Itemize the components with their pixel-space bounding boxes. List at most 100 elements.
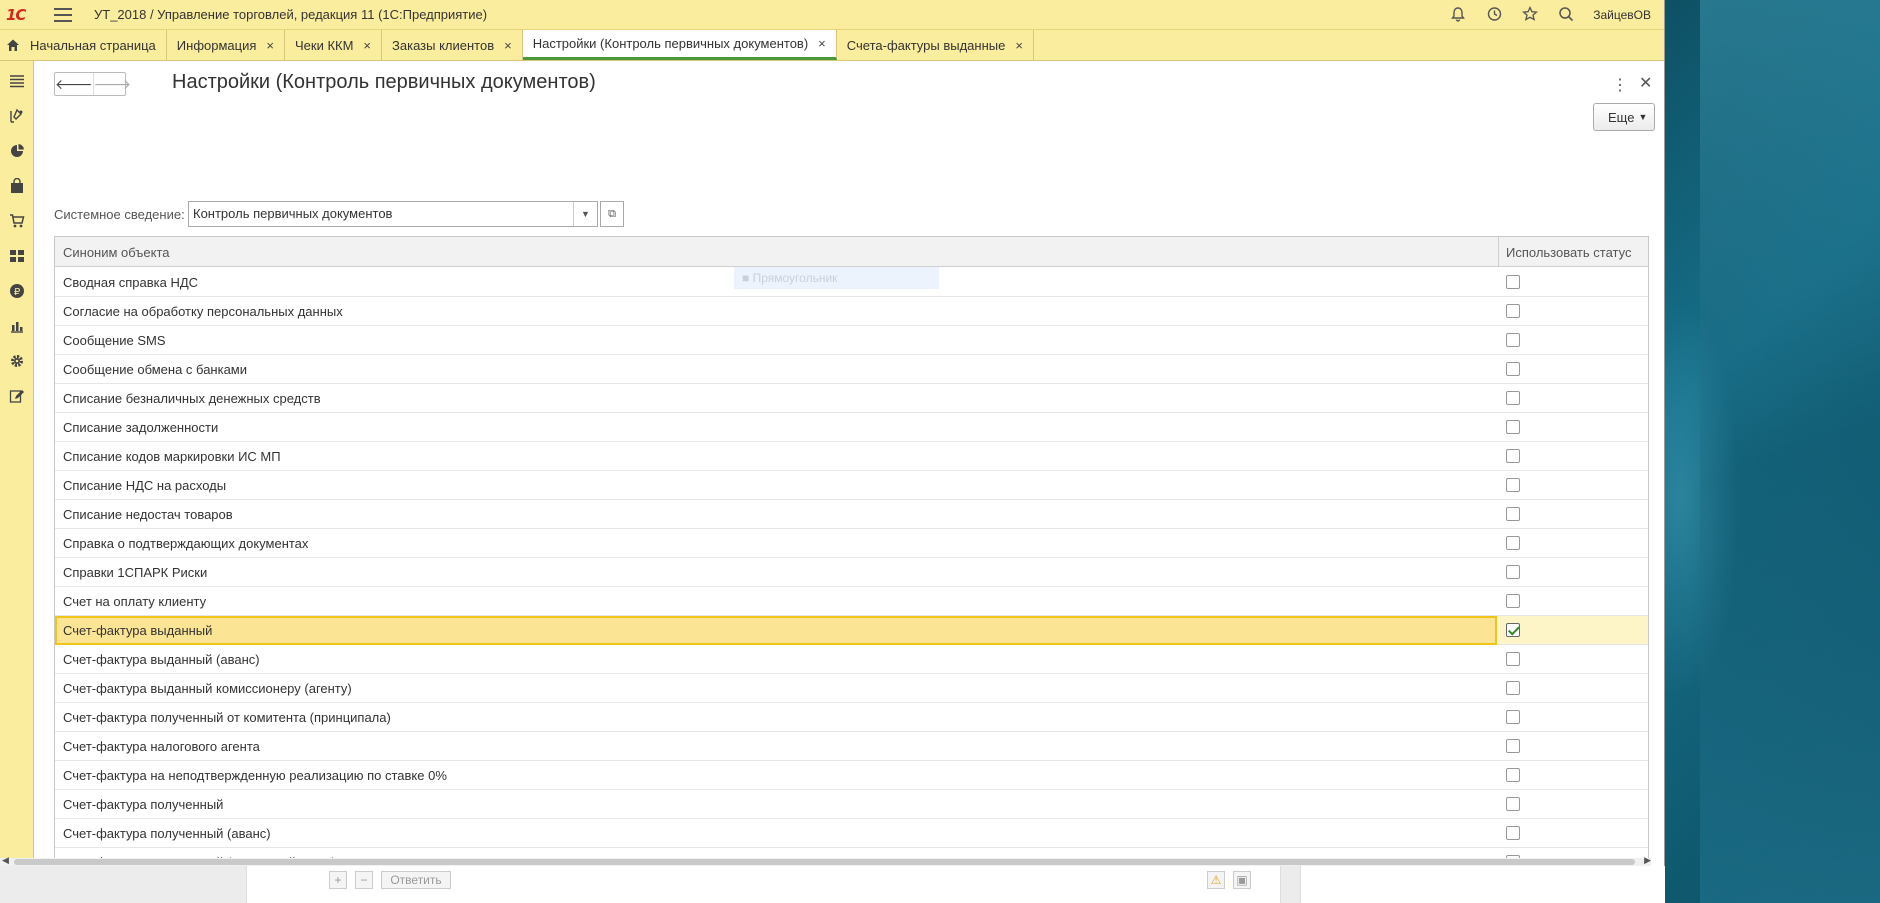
system-info-value[interactable]: Контроль первичных документов	[189, 202, 573, 226]
table-row[interactable]: Списание кодов маркировки ИС МП	[55, 442, 1648, 471]
close-icon[interactable]: ×	[504, 38, 512, 53]
row-name: Счет-фактура налогового агента	[63, 739, 260, 754]
table-row[interactable]: Счет-фактура выданный комиссионеру (аген…	[55, 674, 1648, 703]
gear-icon[interactable]	[7, 351, 27, 371]
cart-icon[interactable]	[7, 211, 27, 231]
use-status-checkbox[interactable]	[1506, 652, 1520, 666]
form-content: 🡐 🡒 Настройки (Контроль первичных докуме…	[34, 61, 1664, 866]
scroll-left-icon[interactable]: ◀	[2, 855, 9, 866]
search-icon[interactable]	[1557, 6, 1575, 24]
tab-settings[interactable]: Настройки (Контроль первичных документов…	[522, 30, 837, 60]
tab-label: Начальная страница	[30, 37, 156, 53]
close-icon[interactable]: ×	[1015, 38, 1023, 53]
table-row[interactable]: Сообщение обмена с банками	[55, 355, 1648, 384]
chart-pie-icon[interactable]	[7, 141, 27, 161]
column-divider	[1498, 237, 1499, 267]
row-name: Счет на оплату клиенту	[63, 594, 207, 609]
dropdown-icon[interactable]: ▼	[573, 202, 597, 226]
row-name: Счет-фактура выданный	[63, 623, 213, 638]
tab-orders[interactable]: Заказы клиентов ×	[382, 30, 523, 60]
bag-icon[interactable]	[7, 176, 27, 196]
table-row[interactable]: Справка о подтверждающих документах	[55, 529, 1648, 558]
table-row[interactable]: Сообщение SMS	[55, 326, 1648, 355]
table-row[interactable]: Счет-фактура на неподтвержденную реализа…	[55, 761, 1648, 790]
column-header-status[interactable]: Использовать статус	[1506, 245, 1631, 260]
edit-icon[interactable]	[7, 386, 27, 406]
sales-icon[interactable]	[7, 106, 27, 126]
use-status-checkbox[interactable]	[1506, 420, 1520, 434]
grid-icon[interactable]	[7, 246, 27, 266]
use-status-checkbox[interactable]	[1506, 536, 1520, 550]
back-arrow-icon[interactable]: 🡐	[55, 73, 93, 95]
more-button[interactable]: Еще ▼	[1593, 103, 1655, 131]
close-form-icon[interactable]: ✕	[1639, 73, 1652, 93]
row-name: Согласие на обработку персональных данны…	[63, 304, 343, 319]
use-status-checkbox-checked[interactable]	[1506, 623, 1520, 637]
scroll-right-icon[interactable]: ▶	[1644, 855, 1651, 866]
row-name: Списание безналичных денежных средств	[63, 391, 321, 406]
use-status-checkbox[interactable]	[1506, 594, 1520, 608]
more-actions-icon[interactable]: ⋮	[1612, 75, 1628, 95]
bar-chart-icon[interactable]	[7, 316, 27, 336]
table-row[interactable]: Счет-фактура полученный	[55, 790, 1648, 819]
row-name: Справка о подтверждающих документах	[63, 536, 309, 551]
bell-icon[interactable]	[1449, 6, 1467, 24]
use-status-checkbox[interactable]	[1506, 449, 1520, 463]
close-icon[interactable]: ×	[266, 38, 274, 53]
table-row[interactable]: Счет на оплату клиенту	[55, 587, 1648, 616]
use-status-checkbox[interactable]	[1506, 275, 1520, 289]
app-title: УТ_2018 / Управление торговлей, редакция…	[94, 7, 488, 22]
tab-invoices[interactable]: Счета-фактуры выданные ×	[837, 30, 1034, 60]
row-name: Счет-фактура полученный	[63, 797, 224, 812]
forward-arrow-icon[interactable]: 🡒	[92, 73, 131, 95]
row-name: Счет-фактура выданный комиссионеру (аген…	[63, 681, 352, 696]
table-row[interactable]: Согласие на обработку персональных данны…	[55, 297, 1648, 326]
column-header-name[interactable]: Синоним объекта	[63, 245, 170, 260]
open-icon[interactable]: ⧉	[600, 201, 624, 227]
table-row[interactable]: Списание недостач товаров	[55, 500, 1648, 529]
more-button-label: Еще	[1608, 109, 1635, 125]
close-icon[interactable]: ×	[363, 38, 371, 53]
history-icon[interactable]	[1485, 6, 1503, 24]
table-header: Синоним объекта Использовать статус	[55, 237, 1648, 267]
tab-home[interactable]: Начальная страница	[0, 30, 167, 60]
star-icon[interactable]	[1521, 5, 1539, 24]
page-title: Настройки (Контроль первичных документов…	[172, 71, 596, 93]
use-status-checkbox[interactable]	[1506, 565, 1520, 579]
close-icon[interactable]: ×	[818, 36, 826, 51]
system-info-field[interactable]: Контроль первичных документов ▼	[188, 201, 598, 227]
table-row[interactable]: Счет-фактура выданный	[55, 616, 1648, 645]
use-status-checkbox[interactable]	[1506, 739, 1520, 753]
use-status-checkbox[interactable]	[1506, 391, 1520, 405]
use-status-checkbox[interactable]	[1506, 507, 1520, 521]
table-row[interactable]: Счет-фактура выданный (аванс)	[55, 645, 1648, 674]
user-name[interactable]: ЗайцевОВ	[1593, 8, 1651, 22]
table-row[interactable]: Счет-фактура полученный (аванс)	[55, 819, 1648, 848]
nav-buttons: 🡐 🡒	[54, 72, 131, 96]
tab-info[interactable]: Информация ×	[167, 30, 285, 60]
use-status-checkbox[interactable]	[1506, 362, 1520, 376]
horizontal-scrollbar[interactable]: ◀ ▶	[0, 855, 1651, 866]
tab-receipts[interactable]: Чеки ККМ ×	[285, 30, 383, 60]
use-status-checkbox[interactable]	[1506, 826, 1520, 840]
table-row[interactable]: Счет-фактура налогового агента	[55, 732, 1648, 761]
table-row[interactable]: Списание задолженности	[55, 413, 1648, 442]
title-bar: 1С УТ_2018 / Управление торговлей, редак…	[0, 0, 1664, 30]
use-status-checkbox[interactable]	[1506, 333, 1520, 347]
money-icon[interactable]: ₽	[7, 281, 27, 301]
main-menu-icon[interactable]	[54, 7, 72, 22]
scroll-thumb[interactable]	[14, 859, 1635, 865]
table-row[interactable]: Справки 1СПАРК Риски	[55, 558, 1648, 587]
menu-icon[interactable]	[7, 71, 27, 91]
use-status-checkbox[interactable]	[1506, 304, 1520, 318]
settings-table: Синоним объекта Использовать статус Свод…	[54, 236, 1649, 866]
use-status-checkbox[interactable]	[1506, 681, 1520, 695]
table-row[interactable]: Счет-фактура полученный от комитента (пр…	[55, 703, 1648, 732]
use-status-checkbox[interactable]	[1506, 710, 1520, 724]
use-status-checkbox[interactable]	[1506, 768, 1520, 782]
selected-cell	[55, 616, 1497, 645]
use-status-checkbox[interactable]	[1506, 478, 1520, 492]
table-row[interactable]: Списание безналичных денежных средств	[55, 384, 1648, 413]
table-row[interactable]: Списание НДС на расходы	[55, 471, 1648, 500]
use-status-checkbox[interactable]	[1506, 797, 1520, 811]
